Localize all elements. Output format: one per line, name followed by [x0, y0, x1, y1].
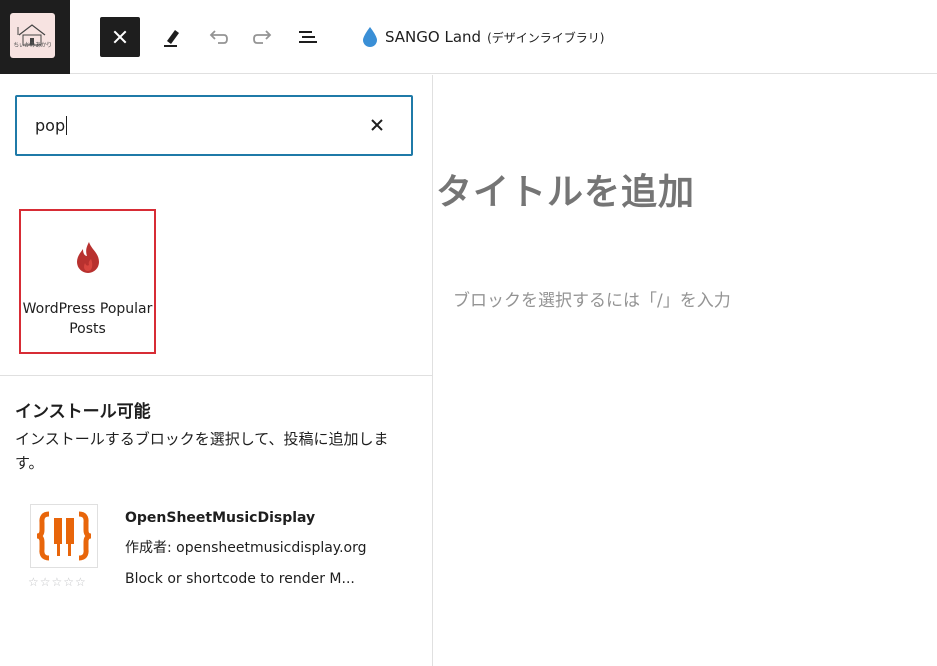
- installable-plugin-item[interactable]: ☆☆☆☆☆ OpenSheetMusicDisplay 作成者: openshe…: [15, 501, 415, 601]
- drop-icon: [363, 27, 377, 47]
- close-inserter-button[interactable]: [100, 17, 140, 57]
- plugin-rating-stars: ☆☆☆☆☆: [28, 575, 87, 589]
- flame-icon: [76, 242, 99, 273]
- plugin-author: 作成者: opensheetmusicdisplay.org: [125, 540, 367, 556]
- text-caret: [66, 116, 68, 135]
- block-appender-placeholder[interactable]: ブロックを選択するには「/」を入力: [453, 286, 731, 311]
- plugin-name: OpenSheetMusicDisplay: [125, 510, 316, 526]
- site-logo-text: ちぃかみあかり: [13, 42, 52, 49]
- block-result-label: WordPress Popular Posts: [22, 301, 153, 337]
- tools-button[interactable]: [152, 17, 192, 57]
- undo-button[interactable]: [198, 17, 238, 57]
- site-logo[interactable]: ちぃかみあかり: [10, 13, 55, 58]
- plugin-icon: [30, 504, 98, 568]
- close-icon: [371, 119, 383, 131]
- plugin-description: Block or shortcode to render M...: [125, 571, 355, 587]
- document-subtitle: (デザインライブラリ): [487, 30, 605, 45]
- redo-icon: [253, 30, 272, 44]
- document-title: SANGO Land: [385, 28, 482, 46]
- clear-search-button[interactable]: [365, 113, 389, 137]
- osmd-logo-icon: [36, 511, 92, 561]
- block-inserter-panel: pop WordPress Popular Posts インストール可能 インス…: [0, 75, 433, 666]
- block-result-wordpress-popular-posts[interactable]: WordPress Popular Posts: [19, 209, 156, 354]
- close-icon: [113, 30, 127, 44]
- site-icon-area[interactable]: ちぃかみあかり: [0, 0, 70, 74]
- section-divider: [0, 375, 433, 376]
- search-input-value[interactable]: pop: [35, 116, 68, 135]
- list-view-button[interactable]: [288, 17, 328, 57]
- block-search-input[interactable]: pop: [15, 95, 413, 156]
- undo-icon: [209, 30, 228, 44]
- post-title-input[interactable]: タイトルを追加: [436, 163, 695, 215]
- editor-canvas: タイトルを追加 ブロックを選択するには「/」を入力: [434, 75, 937, 666]
- installable-description: インストールするブロックを選択して、投稿に追加します。: [15, 430, 389, 472]
- editor-top-toolbar: ちぃかみあかり SANGO Land (デザインライブラリ): [0, 0, 937, 74]
- document-title-bar[interactable]: SANGO Land (デザインライブラリ): [361, 22, 604, 52]
- list-view-icon: [299, 31, 317, 43]
- house-logo-icon: [17, 24, 46, 46]
- installable-heading: インストール可能: [15, 402, 151, 422]
- redo-button[interactable]: [243, 17, 283, 57]
- pen-icon: [164, 30, 179, 47]
